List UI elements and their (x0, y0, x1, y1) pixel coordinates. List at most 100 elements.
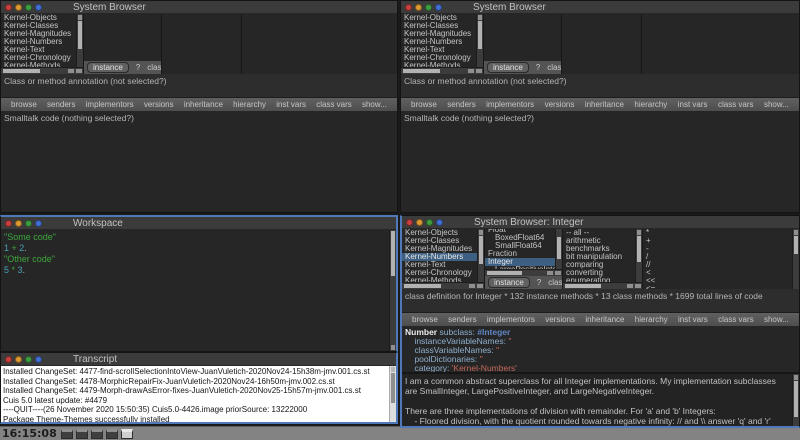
toolbar-button[interactable]: implementors (486, 100, 534, 109)
scrollbar-handle[interactable] (565, 284, 601, 288)
comment-button[interactable]: ? (536, 63, 540, 72)
toolbar-button[interactable]: browse (11, 100, 37, 109)
message-category-item[interactable]: converting (563, 269, 642, 277)
vertical-scrollbar[interactable] (389, 366, 396, 422)
scroll-right-icon[interactable] (476, 69, 482, 73)
class-button[interactable]: class (547, 63, 561, 72)
workspace-window[interactable]: Workspace "Some code" 1 + 2. "Other code" 5… (0, 215, 398, 352)
close-icon[interactable] (5, 219, 12, 227)
message-pane[interactable] (242, 14, 397, 74)
expand-icon[interactable] (426, 218, 433, 226)
message-category-list[interactable]: -- all -- arithmetic benchmarks bit manipul… (563, 229, 642, 285)
category-item[interactable]: Kernel-Magnitudes (1, 30, 83, 38)
code-pane[interactable]: Smalltalk code (nothing selected?) (1, 111, 397, 212)
category-item[interactable]: Kernel-Chronology (402, 269, 484, 277)
expand-icon[interactable] (25, 219, 32, 227)
toolbar-button[interactable]: show... (764, 315, 789, 324)
scroll-right-icon[interactable] (635, 284, 641, 288)
comment-button[interactable]: ? (537, 278, 541, 287)
class-item[interactable]: SmallFloat64 (485, 242, 562, 250)
minimize-icon[interactable] (15, 219, 22, 227)
toolbar-button[interactable]: implementors (487, 315, 535, 324)
system-browser-integer-window[interactable]: System Browser: Integer Kernel-Objects Ke… (400, 215, 800, 428)
scroll-up-icon[interactable] (478, 15, 482, 20)
toolbar-button[interactable]: show... (764, 100, 789, 109)
workspace-editor[interactable]: "Some code" 1 + 2. "Other code" 5 * 3. (1, 230, 396, 351)
message-item[interactable]: <= (643, 285, 799, 289)
category-item[interactable]: Kernel-Numbers (401, 38, 483, 46)
scrollbar-handle[interactable] (391, 373, 395, 403)
toolbar-button[interactable]: hierarchy (634, 100, 667, 109)
titlebar[interactable]: System Browser (401, 1, 799, 14)
scrollbar-handle[interactable] (557, 237, 561, 259)
window-thumbnail-icon[interactable] (90, 428, 103, 439)
instance-button[interactable]: instance (87, 62, 129, 73)
scroll-left-icon[interactable] (68, 69, 74, 73)
system-browser-window-2[interactable]: System Browser Kernel-Objects Kernel-Clas… (400, 0, 800, 213)
scrollbar-handle[interactable] (478, 21, 482, 49)
expand-icon[interactable] (25, 355, 32, 363)
scrollbar-handle[interactable] (3, 69, 40, 73)
horizontal-scrollbar[interactable] (563, 282, 642, 289)
minimize-icon[interactable] (416, 218, 423, 226)
scrollbar-handle[interactable] (794, 381, 798, 417)
window-thumbnail-icon[interactable] (120, 428, 133, 439)
toolbar-button[interactable]: hierarchy (233, 100, 266, 109)
minimize-icon[interactable] (15, 355, 22, 363)
scrollbar-handle[interactable] (403, 69, 440, 73)
toolbar-button[interactable]: inheritance (585, 100, 624, 109)
horizontal-scrollbar[interactable] (485, 269, 562, 276)
scroll-right-icon[interactable] (76, 69, 82, 73)
scroll-left-icon[interactable] (469, 284, 475, 288)
scroll-up-icon[interactable] (794, 230, 798, 235)
close-icon[interactable] (5, 355, 12, 363)
window-menu-icon[interactable] (35, 219, 42, 227)
transcript-log[interactable]: Installed ChangeSet: 4477-find-scrollSel… (1, 366, 396, 422)
horizontal-scrollbar[interactable] (1, 67, 83, 74)
category-list[interactable]: Kernel-Objects Kernel-Classes Kernel-Magni… (401, 14, 483, 70)
toolbar-button[interactable]: hierarchy (635, 315, 668, 324)
toolbar-button[interactable]: inst vars (678, 315, 708, 324)
titlebar[interactable]: System Browser: Integer (402, 216, 799, 229)
scroll-left-icon[interactable] (547, 271, 553, 275)
window-menu-icon[interactable] (436, 218, 443, 226)
category-item[interactable]: Kernel-Classes (401, 22, 483, 30)
vertical-scrollbar[interactable] (76, 14, 83, 67)
instance-button[interactable]: instance (488, 277, 530, 288)
code-pane[interactable]: Smalltalk code (nothing selected?) (401, 111, 799, 212)
toolbar-button[interactable]: class vars (316, 100, 352, 109)
toolbar-button[interactable]: versions (144, 100, 174, 109)
transcript-window[interactable]: Transcript Installed ChangeSet: 4477-fin… (0, 352, 398, 424)
horizontal-scrollbar[interactable] (401, 67, 483, 74)
window-menu-icon[interactable] (35, 355, 42, 363)
category-list[interactable]: Kernel-Objects Kernel-Classes Kernel-Magni… (1, 14, 83, 70)
message-category-item[interactable]: comparing (563, 261, 642, 269)
vertical-scrollbar[interactable] (792, 374, 799, 426)
close-icon[interactable] (5, 3, 12, 11)
message-category-item[interactable]: -- all -- (563, 229, 642, 237)
category-item[interactable]: Kernel-Classes (402, 237, 484, 245)
category-item[interactable]: Kernel-Numbers (402, 253, 484, 261)
toolbar-button[interactable]: senders (448, 315, 476, 324)
scroll-up-icon[interactable] (479, 230, 483, 235)
category-item[interactable]: Kernel-Numbers (1, 38, 83, 46)
vertical-scrollbar[interactable] (477, 229, 484, 282)
horizontal-scrollbar[interactable] (402, 282, 484, 289)
minimize-icon[interactable] (415, 3, 422, 11)
class-definition-pane[interactable]: Number subclass: #Integer instanceVariab… (402, 326, 799, 372)
close-icon[interactable] (405, 3, 412, 11)
message-category-item[interactable]: benchmarks (563, 245, 642, 253)
scroll-right-icon[interactable] (555, 271, 561, 275)
message-category-pane[interactable] (162, 14, 241, 74)
window-thumbnail-icon[interactable] (105, 428, 118, 439)
message-category-item[interactable]: bit manipulation (563, 253, 642, 261)
message-item[interactable]: // (643, 261, 799, 269)
vertical-scrollbar[interactable] (476, 14, 483, 67)
toolbar-button[interactable]: senders (47, 100, 75, 109)
titlebar[interactable]: Workspace (1, 217, 396, 230)
category-item[interactable]: Kernel-Text (402, 261, 484, 269)
expand-icon[interactable] (25, 3, 32, 11)
vertical-scrollbar[interactable] (555, 229, 562, 269)
scroll-up-icon[interactable] (794, 375, 798, 380)
class-item[interactable]: Fraction (485, 250, 562, 258)
